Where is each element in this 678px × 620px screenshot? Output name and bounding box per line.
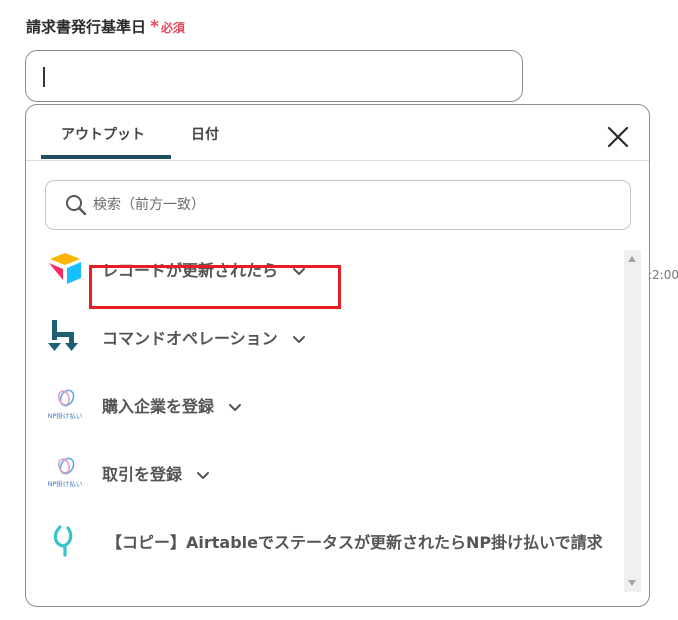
item-label: 取引を登録 [102,465,183,484]
scroll-up-arrow[interactable] [628,256,636,262]
scrollbar[interactable] [624,250,641,592]
yoom-icon [53,525,73,557]
np-kakebarai-icon: NP掛け払い [48,457,83,488]
search-icon [66,195,87,216]
list-item[interactable]: 【コピー】Airtableでステータスが更新されたらNP掛け払いで請求 [26,517,624,563]
active-tab-indicator [41,155,171,159]
svg-text:NP掛け払い: NP掛け払い [48,411,83,420]
search-input[interactable] [93,193,593,217]
chevron-down-icon [292,335,305,343]
required-asterisk: * [150,17,159,37]
scroll-down-arrow[interactable] [628,580,636,586]
np-kakebarai-icon: NP掛け払い [48,389,83,420]
svg-text:NP掛け払い: NP掛け払い [48,479,83,488]
chevron-down-icon [197,471,210,479]
variable-picker-panel: アウトプット 日付 レコードが更新されたら [25,104,650,607]
field-label: 請求書発行基準日 * 必須 [26,16,185,37]
tab-date[interactable]: 日付 [191,124,219,144]
highlight-box [89,265,341,309]
list-item[interactable]: NP掛け払い 購入企業を登録 [26,381,624,427]
output-list: レコードが更新されたら コマンドオペレーション NP掛け払い 購入企業を登録 N… [26,245,624,600]
required-text: 必須 [160,21,185,35]
background-text-fragment: :2:00 [648,268,678,282]
airtable-icon [49,253,81,284]
list-item[interactable]: コマンドオペレーション [26,313,624,359]
tab-output[interactable]: アウトプット [61,124,145,144]
item-label: コマンドオペレーション [102,329,278,348]
chevron-down-icon [229,403,242,411]
item-label: 購入企業を登録 [102,397,215,416]
tab-bar: アウトプット 日付 [26,105,649,161]
item-label: 【コピー】Airtableでステータスが更新されたらNP掛け払いで請求 [106,533,603,552]
text-caret [43,67,45,87]
close-icon [607,126,629,148]
search-box[interactable] [45,180,631,230]
command-operation-icon [48,320,78,351]
list-item[interactable]: NP掛け払い 取引を登録 [26,449,624,495]
close-button[interactable] [606,125,630,149]
field-label-text: 請求書発行基準日 [26,18,147,36]
date-basis-input[interactable] [25,50,523,102]
